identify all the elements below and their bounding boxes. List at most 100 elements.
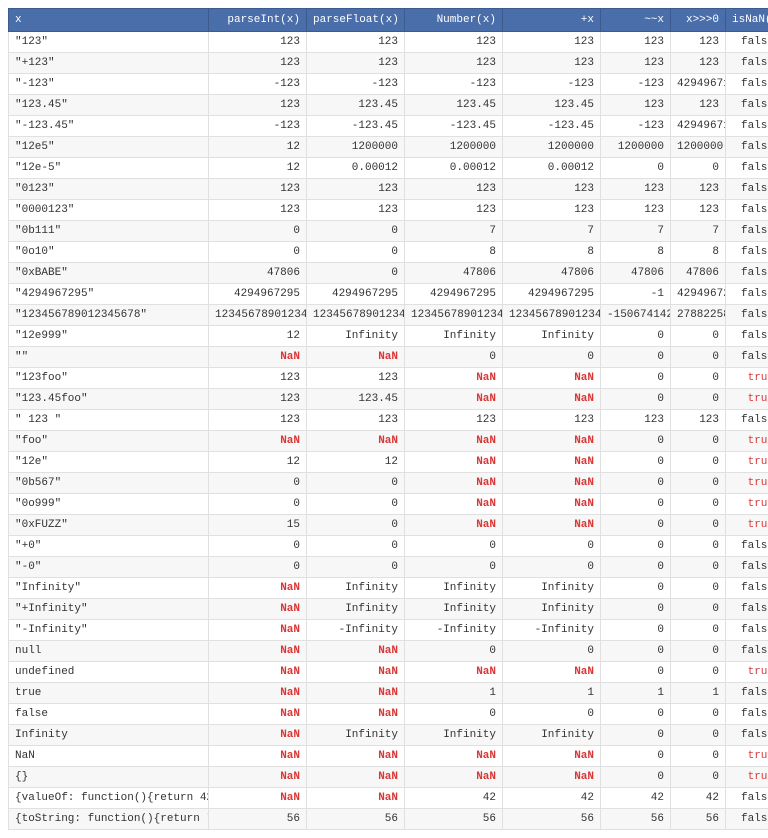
cell-value: 0 [671,641,726,662]
cell-value: 0 [671,431,726,452]
cell-value: 0 [601,515,671,536]
table-row: "-0"000000false [9,557,768,578]
cell-value: false [726,74,768,95]
table-header-row: x parseInt(x) parseFloat(x) Number(x) +x… [9,9,768,32]
cell-value: -123 [601,74,671,95]
cell-x: "123456789012345678" [9,305,209,326]
cell-value: Infinity [307,326,405,347]
table-row: "123.45"123123.45123.45123.45123123false [9,95,768,116]
cell-value: 123 [209,179,307,200]
cell-value: -1506741424 [601,305,671,326]
cell-value: 0 [209,473,307,494]
cell-value: NaN [209,431,307,452]
table-row: "-123"-123-123-123-123-1234294967173fals… [9,74,768,95]
cell-value: -Infinity [405,620,503,641]
cell-value: 0 [601,494,671,515]
cell-value: 0 [307,263,405,284]
cell-value: 0.00012 [405,158,503,179]
cell-value: 0 [601,368,671,389]
cell-value: 0 [601,347,671,368]
cell-value: 0 [601,389,671,410]
cell-value: 0 [307,242,405,263]
cell-value: 123 [209,410,307,431]
cell-value: 123456789012345680 [503,305,601,326]
cell-value: 123 [671,179,726,200]
cell-value: 123 [671,200,726,221]
table-row: {valueOf: function(){return 42}}NaNNaN42… [9,788,768,809]
col-isnan: isNaN(x) [726,9,768,32]
cell-value: 123 [601,32,671,53]
cell-value: Infinity [503,326,601,347]
cell-value: -123 [307,74,405,95]
cell-value: false [726,578,768,599]
table-row: "12e-5"120.000120.000120.0001200false [9,158,768,179]
cell-value: 0 [671,326,726,347]
cell-value: 8 [601,242,671,263]
cell-x: "123.45foo" [9,389,209,410]
table-row: "-Infinity"NaN-Infinity-Infinity-Infinit… [9,620,768,641]
cell-value: NaN [405,473,503,494]
cell-value: 123 [209,389,307,410]
cell-value: 123 [503,179,601,200]
cell-value: true [726,515,768,536]
cell-value: NaN [209,704,307,725]
cell-value: 0 [671,158,726,179]
cell-value: NaN [503,431,601,452]
cell-value: -123 [503,74,601,95]
cell-value: false [726,284,768,305]
cell-value: false [726,200,768,221]
table-row: "Infinity"NaNInfinityInfinityInfinity00f… [9,578,768,599]
cell-value: 1 [405,683,503,704]
cell-value: Infinity [307,725,405,746]
cell-value: -123 [209,74,307,95]
cell-value: 0 [671,704,726,725]
cell-value: false [726,116,768,137]
cell-x: "foo" [9,431,209,452]
table-row: InfinityNaNInfinityInfinityInfinity00fal… [9,725,768,746]
cell-value: 4294967295 [671,284,726,305]
cell-x: " 123 " [9,410,209,431]
table-row: ""NaNNaN0000false [9,347,768,368]
cell-value: 1 [601,683,671,704]
cell-value: 123 [601,200,671,221]
cell-x: {valueOf: function(){return 42}} [9,788,209,809]
cell-value: 123 [671,53,726,74]
cell-value: NaN [503,515,601,536]
cell-value: false [726,599,768,620]
cell-value: false [726,725,768,746]
cell-value: false [726,305,768,326]
cell-x: "123.45" [9,95,209,116]
table-row: "4294967295"4294967295429496729542949672… [9,284,768,305]
cell-value: NaN [209,788,307,809]
cell-value: Infinity [503,599,601,620]
table-row: "+Infinity"NaNInfinityInfinityInfinity00… [9,599,768,620]
table-row: "0000123"123123123123123123false [9,200,768,221]
cell-x: Infinity [9,725,209,746]
cell-value: Infinity [307,578,405,599]
cell-value: 12 [209,452,307,473]
cell-value: 0 [307,536,405,557]
cell-value: 123 [307,53,405,74]
cell-x: "0000123" [9,200,209,221]
cell-value: -123 [405,74,503,95]
cell-value: 0 [209,221,307,242]
cell-value: -123.45 [307,116,405,137]
col-parseint: parseInt(x) [209,9,307,32]
cell-value: NaN [503,746,601,767]
cell-x: "0o10" [9,242,209,263]
cell-value: NaN [307,683,405,704]
table-row: "0xFUZZ"150NaNNaN00true [9,515,768,536]
cell-value: false [726,557,768,578]
cell-value: 0 [671,599,726,620]
cell-value: NaN [307,347,405,368]
cell-value: NaN [503,473,601,494]
cell-value: 4294967295 [307,284,405,305]
cell-value: NaN [405,368,503,389]
col-x: x [9,9,209,32]
cell-value: 123 [503,32,601,53]
cell-value: false [726,179,768,200]
cell-value: 8 [405,242,503,263]
cell-value: 123 [671,95,726,116]
cell-value: 123.45 [307,95,405,116]
cell-value: false [726,788,768,809]
